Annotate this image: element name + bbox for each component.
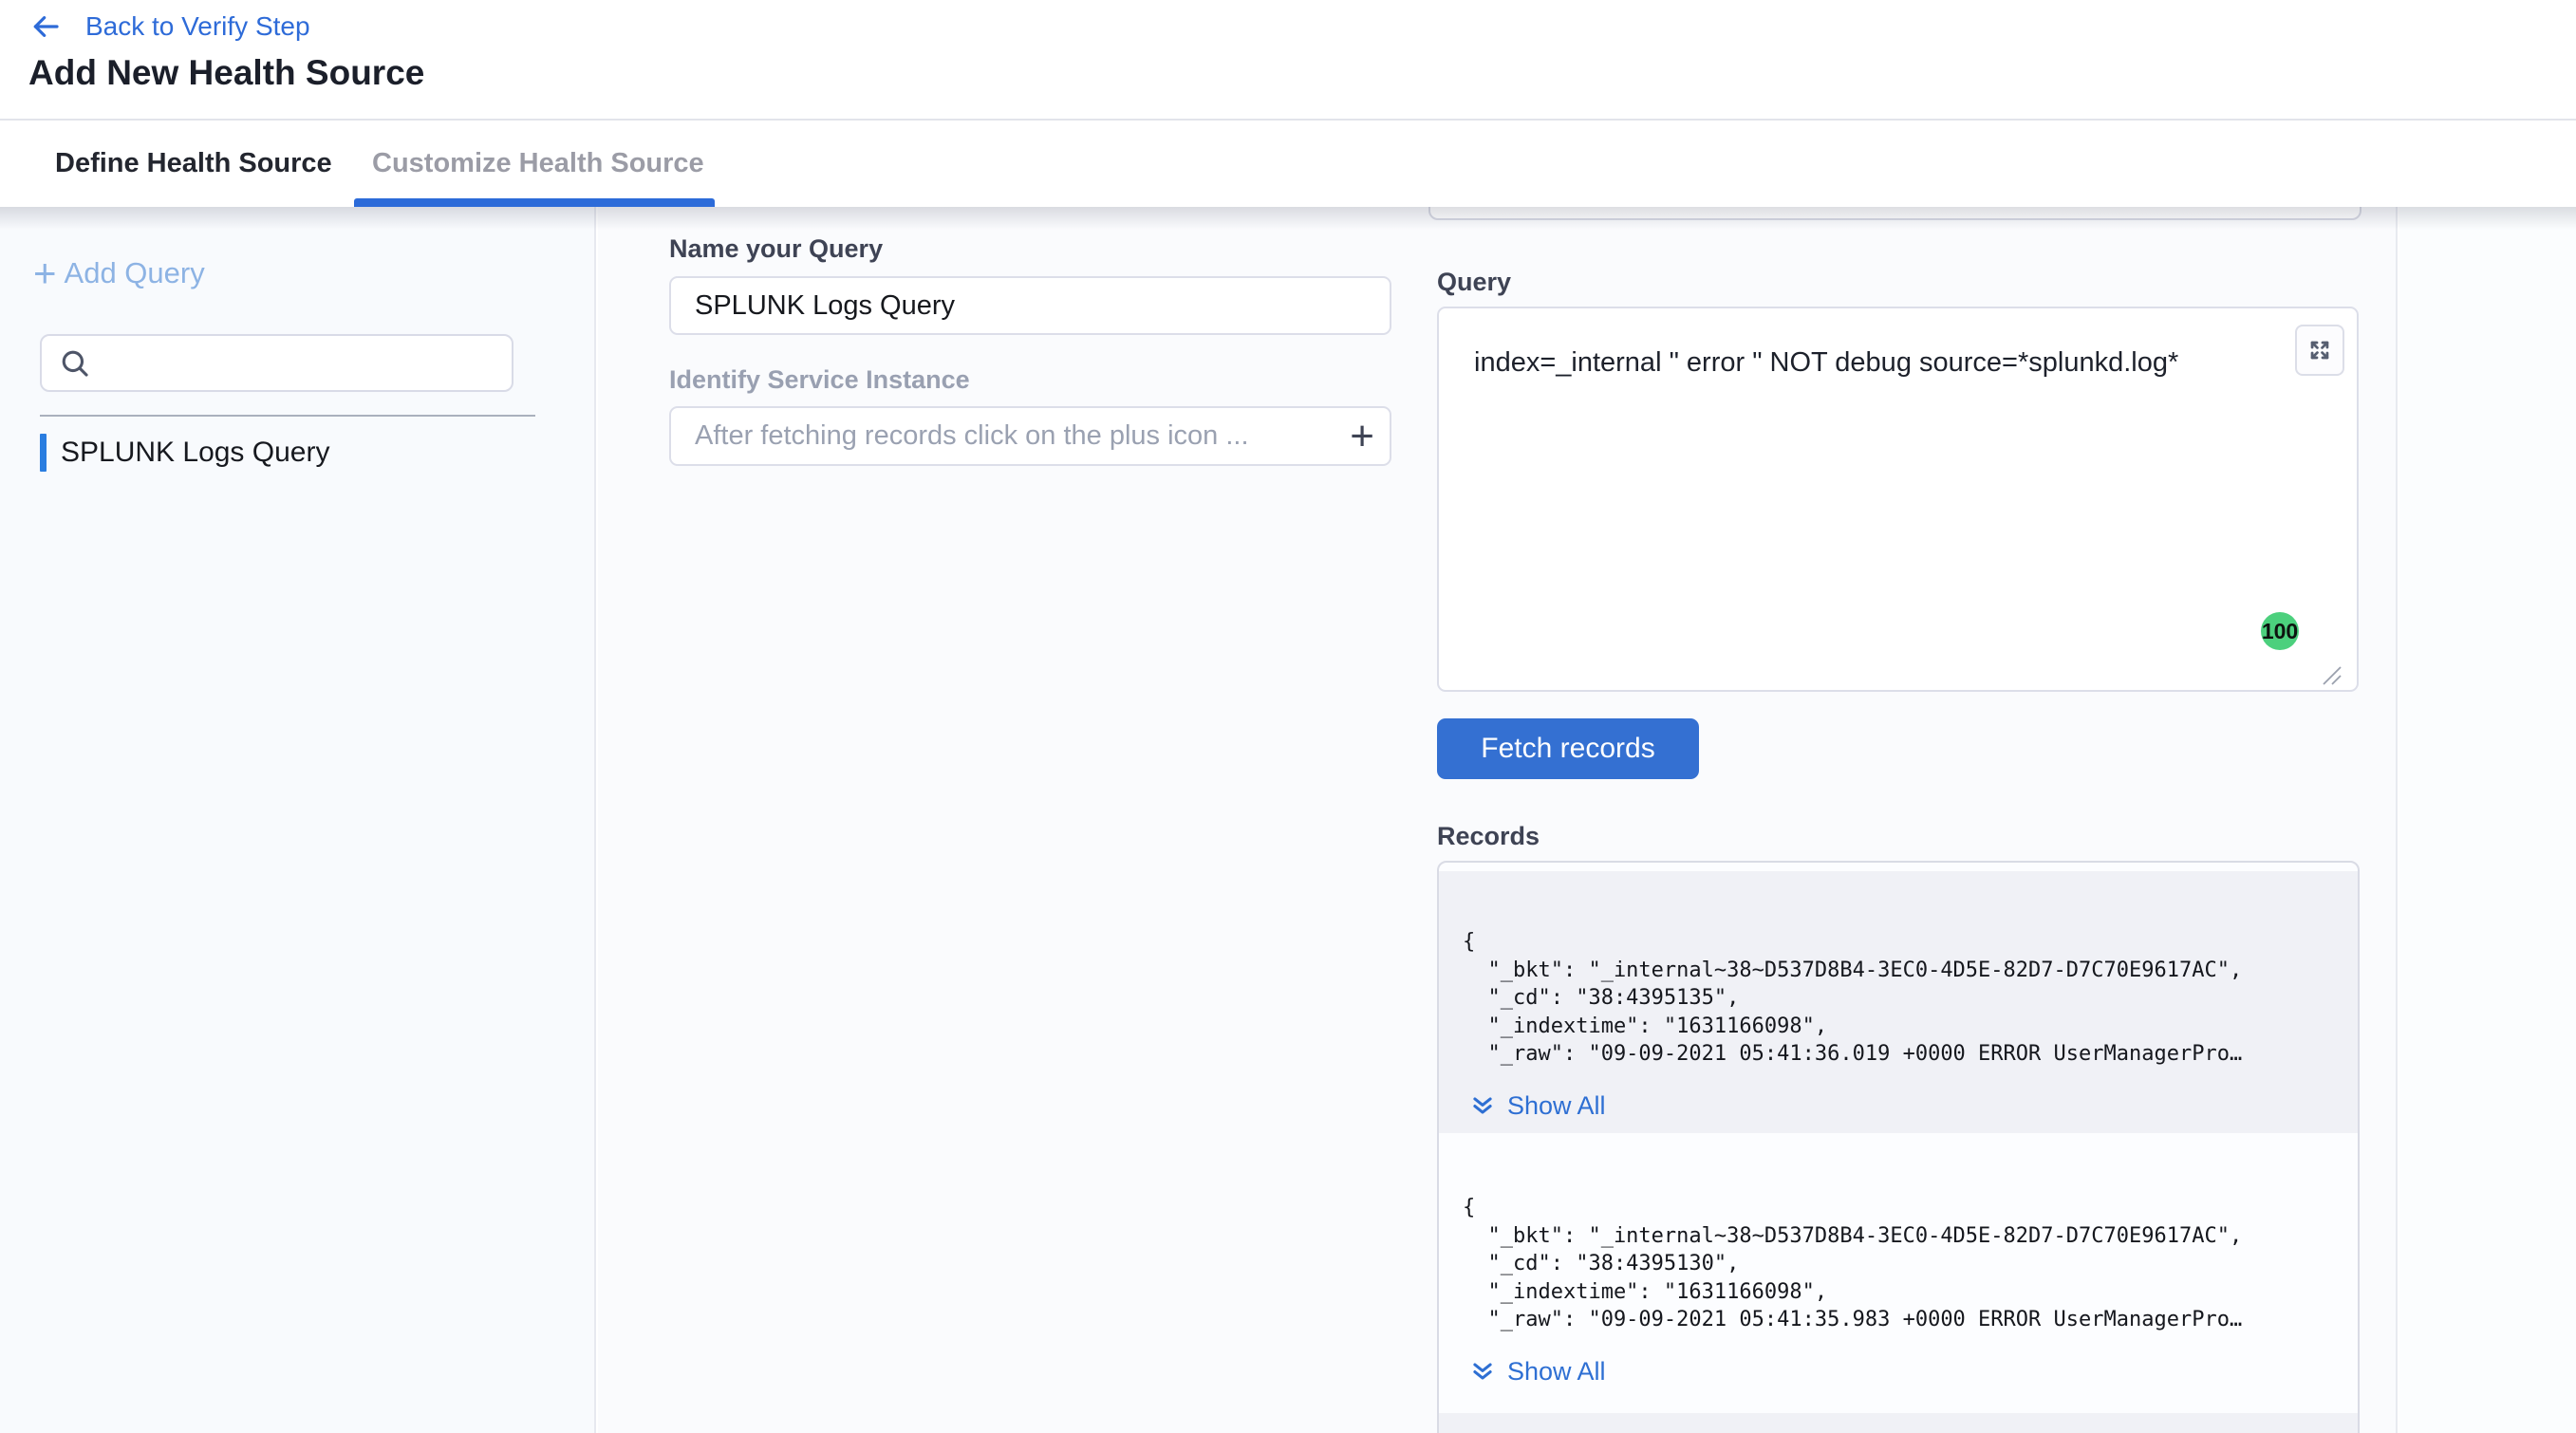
service-instance-field: + (669, 406, 1391, 466)
record-json-line: "_bkt": "_internal~38~D537D8B4-3EC0-4D5E… (1463, 1222, 2339, 1251)
add-service-instance-plus-icon[interactable]: + (1350, 408, 1374, 464)
query-sidebar: + Add Query SPLUNK Logs Query (0, 207, 596, 1433)
show-all-link[interactable]: Show All (1470, 1357, 2339, 1386)
expand-query-button[interactable] (2295, 325, 2344, 376)
add-query-button[interactable]: + Add Query (33, 256, 205, 290)
query-label: Query (1437, 268, 1511, 297)
plus-icon: + (33, 259, 57, 288)
identify-service-instance-label: Identify Service Instance (669, 365, 970, 395)
record-json-line: "_cd": "38:4395130", (1463, 1250, 2339, 1278)
record-card: { "_bkt": "_internal~38~D537D8B4-3EC0-4D… (1439, 871, 2358, 1133)
back-arrow-icon (28, 11, 63, 42)
textarea-resize-grip[interactable] (2320, 663, 2343, 686)
query-name-input[interactable] (669, 276, 1391, 335)
name-your-query-label: Name your Query (669, 234, 883, 264)
tab-bar: Define Health Source Customize Health So… (0, 121, 2576, 207)
double-chevron-down-icon (1470, 1093, 1495, 1118)
query-search-box (40, 334, 513, 392)
back-link-label: Back to Verify Step (85, 11, 310, 42)
record-json-line: { (1463, 928, 2339, 957)
records-label: Records (1437, 822, 1540, 851)
show-all-label: Show All (1507, 1091, 1606, 1121)
page-title: Add New Health Source (28, 53, 424, 93)
record-json-line: { (1463, 1194, 2339, 1222)
expand-icon (2306, 337, 2333, 363)
double-chevron-down-icon (1470, 1359, 1495, 1384)
record-json-line: "_indextime": "1631166098", (1463, 1013, 2339, 1041)
record-json-line: "_raw": "09-09-2021 05:41:35.983 +0000 E… (1463, 1306, 2339, 1334)
sidebar-divider (40, 415, 535, 417)
query-item-label: SPLUNK Logs Query (61, 437, 329, 469)
add-health-source-page: Back to Verify Step Add New Health Sourc… (0, 0, 2576, 1433)
record-json-line: "_indextime": "1631166098", (1463, 1278, 2339, 1307)
show-all-label: Show All (1507, 1357, 1606, 1386)
search-input[interactable] (91, 336, 512, 390)
records-container: { "_bkt": "_internal~38~D537D8B4-3EC0-4D… (1437, 861, 2360, 1433)
record-card (1439, 1413, 2358, 1433)
sidebar-item-splunk-logs-query[interactable]: SPLUNK Logs Query (40, 433, 329, 473)
tab-define-health-source[interactable]: Define Health Source (55, 121, 332, 207)
query-text: index=_internal " error " NOT debug sour… (1474, 347, 2178, 379)
page-header: Back to Verify Step Add New Health Sourc… (0, 0, 2576, 121)
active-tab-underline (354, 198, 715, 207)
right-gutter (2399, 207, 2576, 1433)
tab-customize-health-source[interactable]: Customize Health Source (372, 121, 704, 207)
record-json-line: "_bkt": "_internal~38~D537D8B4-3EC0-4D5E… (1463, 957, 2339, 985)
back-to-verify-step-link[interactable]: Back to Verify Step (28, 11, 310, 42)
selected-indicator-bar (40, 434, 47, 472)
query-editor[interactable]: index=_internal " error " NOT debug sour… (1437, 307, 2359, 692)
search-icon (59, 347, 91, 380)
show-all-link[interactable]: Show All (1470, 1091, 2339, 1121)
add-query-label: Add Query (65, 256, 205, 290)
fetch-records-button[interactable]: Fetch records (1437, 718, 1699, 779)
service-instance-input[interactable] (669, 406, 1391, 466)
record-json-line: "_cd": "38:4395135", (1463, 984, 2339, 1013)
char-count-badge: 100 (2261, 612, 2299, 650)
record-card: { "_bkt": "_internal~38~D537D8B4-3EC0-4D… (1439, 1133, 2358, 1413)
record-json-line: "_raw": "09-09-2021 05:41:36.019 +0000 E… (1463, 1040, 2339, 1069)
